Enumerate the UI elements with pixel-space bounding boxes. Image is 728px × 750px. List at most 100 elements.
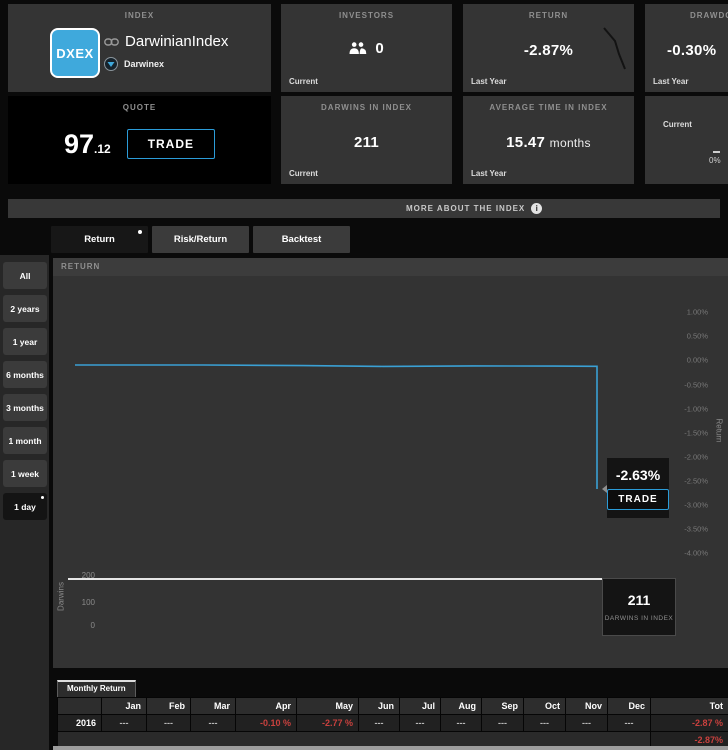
period-1-month[interactable]: 1 month <box>3 427 47 454</box>
avg-time-card: AVERAGE TIME IN INDEX 15.47 months Last … <box>463 96 634 184</box>
darwins-card-period: Current <box>289 169 318 178</box>
header-cell: Mar <box>191 698 236 715</box>
header-cell: Jun <box>359 698 400 715</box>
darwinex-index-page: INDEX DXEX DarwinianIndex Darwinex INVES… <box>0 0 728 750</box>
partial-right-card: Current 0% <box>645 96 728 184</box>
header-cell: Tot <box>651 698 728 715</box>
gauge-tick-icon <box>713 151 720 153</box>
tooltip-arrow-icon <box>602 485 607 493</box>
partial-card-period: Current <box>663 120 692 129</box>
y-tick: -0.50% <box>668 381 708 390</box>
return-axis-label: Return <box>715 411 724 451</box>
period-1-year-label: 1 year <box>13 337 38 347</box>
month-cell: --- <box>400 715 441 732</box>
y-tick: 0.00% <box>668 356 708 365</box>
trade-button[interactable]: TRADE <box>127 129 215 159</box>
total-cell: -2.87 % <box>651 715 728 732</box>
drawdown-card-label: DRAWDOWN <box>690 11 728 20</box>
avg-time-value: 15.47 months <box>463 134 634 151</box>
return-period: Last Year <box>471 77 506 86</box>
darwins-tooltip: 211 DARWINS IN INDEX <box>602 578 676 636</box>
header-cell: May <box>297 698 359 715</box>
darwins-line <box>68 578 602 580</box>
darwins-in-index-card: DARWINS IN INDEX 211 Current <box>281 96 452 184</box>
quote-price: 97.12 <box>64 129 111 160</box>
y-tick: -2.50% <box>668 477 708 486</box>
dxex-logo: DXEX <box>50 28 100 78</box>
header-cell: Nov <box>566 698 608 715</box>
horizontal-scrollbar[interactable] <box>53 746 728 750</box>
more-about-label: MORE ABOUT THE INDEX <box>406 204 525 213</box>
period-6-months[interactable]: 6 months <box>3 361 47 388</box>
drawdown-value: -0.30% <box>667 42 728 59</box>
month-cell: --- <box>524 715 566 732</box>
period-all[interactable]: All <box>3 262 47 289</box>
provider-name: Darwinex <box>124 59 164 69</box>
period-1-week-label: 1 week <box>11 469 39 479</box>
return-card: RETURN -2.87% Last Year <box>463 4 634 92</box>
monthly-data-row-2016: 2016 --- --- --- -0.10 % -2.77 % --- ---… <box>58 715 728 732</box>
y-tick: -3.50% <box>668 525 708 534</box>
darwins-axis-label: Darwins <box>57 577 66 617</box>
tab-backtest[interactable]: Backtest <box>253 226 350 253</box>
investors-value: 0 <box>375 40 383 57</box>
month-cell: --- <box>608 715 651 732</box>
month-cell: --- <box>102 715 147 732</box>
darwins-tooltip-value: 211 <box>628 592 651 608</box>
darwins-tick: 100 <box>65 598 95 607</box>
y-tick: 1.00% <box>668 308 708 317</box>
info-icon[interactable]: i <box>531 203 542 214</box>
tab-risk-return[interactable]: Risk/Return <box>152 226 249 253</box>
drawdown-card: DRAWDOWN -0.30% Last Year <box>645 4 728 92</box>
active-tab-dot <box>138 230 142 234</box>
monthly-header-row: Jan Feb Mar Apr May Jun Jul Aug Sep Oct … <box>58 698 728 715</box>
index-card-label: INDEX <box>8 11 271 20</box>
more-about-index-bar[interactable]: MORE ABOUT THE INDEX i <box>8 199 720 218</box>
active-period-dot <box>41 496 44 499</box>
return-card-label: RETURN <box>463 11 634 20</box>
avg-time-unit: months <box>550 136 591 150</box>
avg-time-period: Last Year <box>471 169 506 178</box>
darwins-tick: 0 <box>65 621 95 630</box>
header-cell: Feb <box>147 698 191 715</box>
tab-return[interactable]: Return <box>51 226 148 253</box>
y-tick: -2.00% <box>668 453 708 462</box>
index-name: DarwinianIndex <box>125 33 228 50</box>
quote-card: QUOTE 97.12 TRADE <box>8 96 271 184</box>
period-1-week[interactable]: 1 week <box>3 460 47 487</box>
y-tick: -1.50% <box>668 429 708 438</box>
tab-return-label: Return <box>84 234 115 245</box>
header-cell: Jul <box>400 698 441 715</box>
month-cell: --- <box>147 715 191 732</box>
period-1-year[interactable]: 1 year <box>3 328 47 355</box>
avg-time-number: 15.47 <box>506 134 545 151</box>
y-tick: -4.00% <box>668 549 708 558</box>
month-cell: -0.10 % <box>236 715 297 732</box>
darwinex-badge-icon <box>104 57 118 71</box>
tab-risk-return-label: Risk/Return <box>174 234 227 245</box>
header-cell <box>58 698 102 715</box>
period-2-years[interactable]: 2 years <box>3 295 47 322</box>
partial-card-value: 0% <box>709 156 721 165</box>
avg-time-label: AVERAGE TIME IN INDEX <box>463 103 634 112</box>
header-cell: Apr <box>236 698 297 715</box>
darwins-card-value: 211 <box>281 134 452 151</box>
monthly-return-tab[interactable]: Monthly Return <box>57 680 136 697</box>
monthly-return-table: Jan Feb Mar Apr May Jun Jul Aug Sep Oct … <box>57 697 728 749</box>
return-sparkline-icon <box>602 26 628 72</box>
investors-card: INVESTORS 0 Current <box>281 4 452 92</box>
month-cell: --- <box>359 715 400 732</box>
tooltip-trade-button[interactable]: TRADE <box>607 489 668 510</box>
return-chart-panel: RETURN 1.00% 0.50% 0.00% -0.50% -1.00% -… <box>53 258 728 668</box>
month-cell: --- <box>566 715 608 732</box>
year-cell: 2016 <box>58 715 102 732</box>
period-6-months-label: 6 months <box>6 370 44 380</box>
period-all-label: All <box>20 271 31 281</box>
period-3-months[interactable]: 3 months <box>3 394 47 421</box>
investors-period: Current <box>289 77 318 86</box>
month-cell: --- <box>441 715 482 732</box>
header-cell: Oct <box>524 698 566 715</box>
tab-backtest-label: Backtest <box>282 234 322 245</box>
period-1-day[interactable]: 1 day <box>3 493 47 520</box>
month-cell: --- <box>482 715 524 732</box>
